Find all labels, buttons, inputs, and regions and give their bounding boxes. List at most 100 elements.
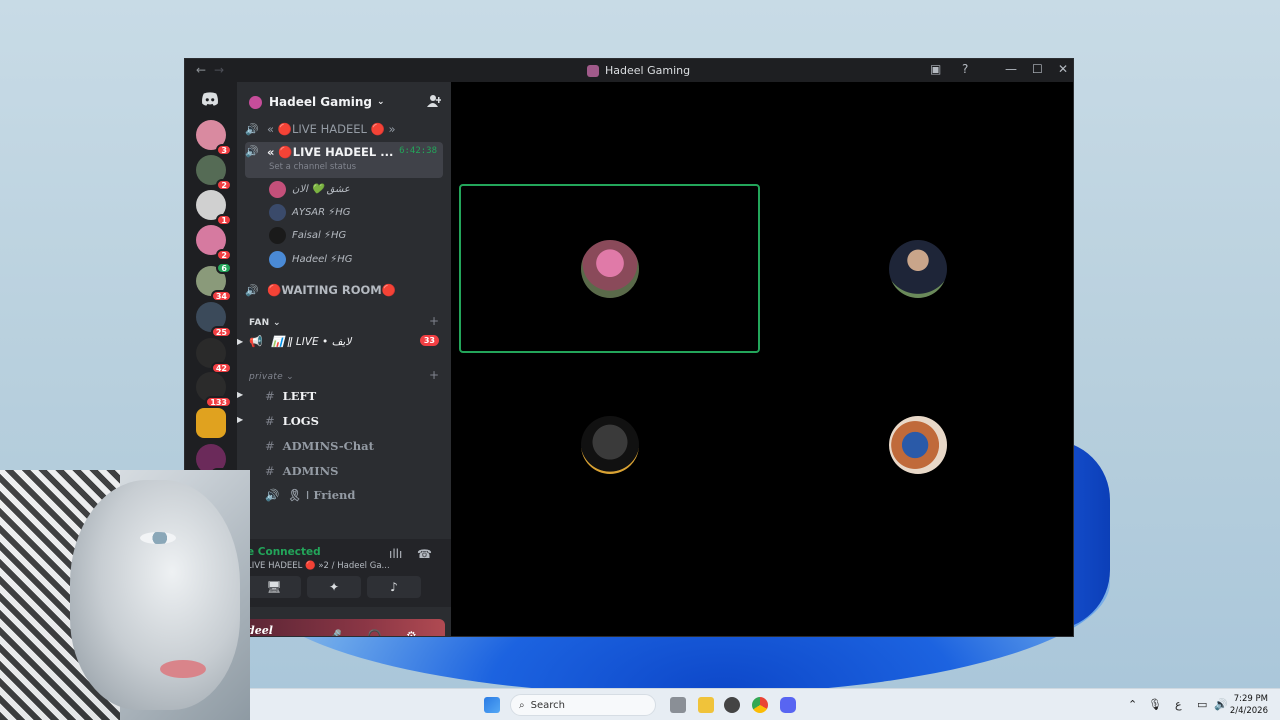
server-icon-1[interactable]: 3 xyxy=(196,120,232,156)
channel-sidebar: Hadeel Gaming ⌄ 🔊 « 🔴LIVE HADEEL 🔴 » 🔊 «… xyxy=(237,82,451,636)
stage-channel-live[interactable]: ▶ 📢 📊 ǁ LIVE • لايف xyxy=(237,330,443,352)
channel-name: LEFT xyxy=(282,389,317,403)
portrait-face xyxy=(70,480,240,710)
screen-share-icon: 🖥 xyxy=(266,580,282,594)
microphone-icon[interactable]: 🎤 xyxy=(327,629,342,636)
disconnect-icon[interactable]: ☎ xyxy=(417,547,432,561)
help-icon[interactable]: ? xyxy=(962,62,968,76)
noise-suppression-icon[interactable]: ıllı xyxy=(389,547,402,561)
participant-tile-4[interactable] xyxy=(767,360,1069,529)
discord-window: ← → Hadeel Gaming ▣ ? — ☐ ✕ 3 2 1 2 34 6 … xyxy=(184,58,1074,637)
category-fan[interactable]: FAN ⌄ xyxy=(249,318,281,328)
language-indicator[interactable]: ع xyxy=(1175,698,1182,711)
chrome-icon[interactable] xyxy=(752,697,768,713)
invite-user-icon[interactable] xyxy=(427,94,441,108)
voice-channel-friend[interactable]: 🔊 🎗 ǀ Friend xyxy=(265,488,355,502)
voice-member[interactable]: AYSAR ⚡HG xyxy=(269,202,351,222)
voice-member[interactable]: Faisal ⚡HG xyxy=(269,225,346,245)
channel-status[interactable]: Set a channel status xyxy=(269,162,356,172)
server-header[interactable]: Hadeel Gaming ⌄ xyxy=(237,82,451,122)
discord-taskbar-icon[interactable] xyxy=(780,697,796,713)
username[interactable]: deel xyxy=(247,624,273,636)
forward-arrow-icon[interactable]: → xyxy=(214,63,224,77)
windows-start-icon[interactable] xyxy=(484,697,500,713)
hash-icon: # xyxy=(265,439,275,453)
voice-connection-panel: e Connected LIVE HADEEL 🔴 »2 / Hadeel Ga… xyxy=(237,539,451,607)
text-channel-admins-chat[interactable]: # ADMINS-Chat xyxy=(265,439,374,453)
server-icon-5[interactable]: 34 6 xyxy=(196,262,232,302)
minimize-button[interactable]: — xyxy=(1005,62,1017,76)
chevron-up-icon[interactable]: ⌃ xyxy=(1128,698,1137,711)
settings-gear-icon[interactable]: ⚙ xyxy=(406,629,417,636)
voice-timer: 6:42:38 xyxy=(399,146,437,156)
search-icon: ⌕ xyxy=(519,699,525,711)
voice-channel-info[interactable]: LIVE HADEEL 🔴 »2 / Hadeel Ga... xyxy=(247,561,390,571)
discord-logo-icon[interactable] xyxy=(200,92,220,106)
status-badge: 6 xyxy=(216,262,232,274)
server-icon-6[interactable]: 25 xyxy=(196,302,232,338)
portrait-lips xyxy=(160,660,206,678)
task-view-icon[interactable] xyxy=(670,697,686,713)
speaker-icon: 🔊 xyxy=(245,122,259,136)
taskbar-search[interactable]: ⌕ Search xyxy=(510,694,656,716)
clock-date: 2/4/2026 xyxy=(1229,706,1268,716)
back-arrow-icon[interactable]: ← xyxy=(196,63,206,77)
server-icon-8[interactable]: 133 xyxy=(196,372,232,408)
server-name: Hadeel Gaming xyxy=(269,95,372,109)
participant-tile-1[interactable] xyxy=(459,184,760,353)
network-icon[interactable]: ▭ xyxy=(1197,698,1207,711)
chevron-down-icon[interactable]: ⌄ xyxy=(343,632,350,636)
category-private[interactable]: private ⌄ xyxy=(249,372,294,382)
member-name: Hadeel ⚡HG xyxy=(292,253,353,265)
close-button[interactable]: ✕ xyxy=(1058,62,1068,76)
category-label: FAN xyxy=(249,318,270,328)
github-icon[interactable] xyxy=(724,697,740,713)
participant-tile-2[interactable] xyxy=(767,184,1069,353)
server-icon-3[interactable]: 1 xyxy=(196,190,232,226)
inbox-icon[interactable]: ▣ xyxy=(930,62,941,76)
participant-avatar xyxy=(889,239,947,298)
server-icon-2[interactable]: 2 xyxy=(196,155,232,191)
mention-badge: 25 xyxy=(210,326,232,338)
maximize-button[interactable]: ☐ xyxy=(1032,62,1043,76)
text-channel-admins[interactable]: # ADMINS xyxy=(265,464,338,478)
add-channel-icon[interactable]: + xyxy=(429,314,439,328)
portrait-eye xyxy=(140,532,176,544)
add-channel-icon[interactable]: + xyxy=(429,368,439,382)
voice-member[interactable]: Hadeel ⚡HG xyxy=(269,249,353,269)
avatar xyxy=(269,226,286,244)
taskbar-clock[interactable]: 7:29 PM 2/4/2026 xyxy=(1230,693,1268,717)
voice-member[interactable]: عشق 💚 الان xyxy=(269,179,350,199)
volume-icon[interactable]: 🔊 xyxy=(1214,698,1228,711)
hash-icon: # xyxy=(265,464,275,478)
member-name: عشق 💚 الان xyxy=(292,183,350,195)
stage-icon: 📢 xyxy=(249,334,263,348)
hash-icon: # xyxy=(265,389,275,403)
unread-caret-icon: ▶ xyxy=(237,414,244,424)
voice-connected-label: e Connected xyxy=(247,546,321,558)
speaker-active-icon: 🔊 xyxy=(245,145,259,158)
activities-button[interactable]: ✦ xyxy=(307,576,361,598)
screen-share-button[interactable]: 🖥 xyxy=(247,576,301,598)
participant-tile-3[interactable] xyxy=(459,360,760,529)
chevron-down-icon[interactable]: ⌄ xyxy=(385,632,392,636)
voice-channel-live-2[interactable]: 🔊 « 🔴LIVE HADEEL ... 6:42:38 Set a chann… xyxy=(245,142,443,178)
voice-channel-live-1[interactable]: 🔊 « 🔴LIVE HADEEL 🔴 » xyxy=(245,118,443,140)
voice-stage xyxy=(451,82,1073,636)
soundboard-button[interactable]: ♪ xyxy=(367,576,421,598)
microphone-icon[interactable]: 🎙 xyxy=(1148,698,1162,711)
server-icon-4[interactable]: 2 xyxy=(196,225,232,261)
channel-name: ADMINS-Chat xyxy=(282,439,374,453)
speaker-icon: 🔊 xyxy=(245,283,259,297)
file-explorer-icon[interactable] xyxy=(698,697,714,713)
text-channel-left[interactable]: ▶ # LEFT xyxy=(237,389,317,403)
hash-icon: # xyxy=(265,414,275,428)
headphones-icon[interactable]: 🎧 xyxy=(367,629,382,636)
webcam-overlay-portrait xyxy=(0,470,250,720)
voice-channel-waiting[interactable]: 🔊 🔴WAITING ROOM🔴 xyxy=(245,279,443,301)
unread-badge: 33 xyxy=(419,335,439,346)
text-channel-logs[interactable]: ▶ # LOGS xyxy=(237,414,319,428)
server-icon-7[interactable]: 42 xyxy=(196,338,232,374)
windows-taskbar: ⌕ Search ⌃ 🎙 ع ▭ 🔊 7:29 PM 2/4/2026 xyxy=(250,688,1280,720)
server-icon-9[interactable] xyxy=(196,408,226,438)
